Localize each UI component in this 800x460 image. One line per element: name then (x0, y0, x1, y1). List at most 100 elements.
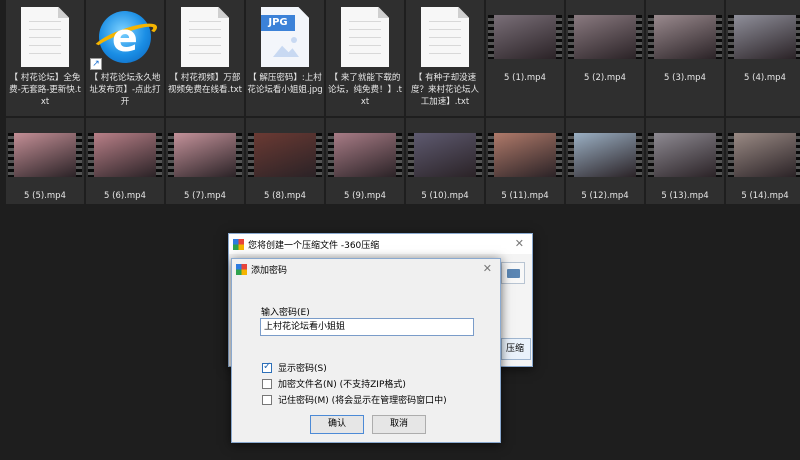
internet-explorer-icon: e (89, 11, 161, 63)
file-name: 【 村花论坛】全免费-无套路-更新快.txt (9, 73, 81, 107)
video-thumbnail (488, 15, 562, 59)
remember-password-label: 记住密码(M) (将会显示在管理密码窗口中) (278, 396, 447, 406)
encrypt-filenames-label: 加密文件名(N) (不支持ZIP格式) (278, 380, 406, 390)
password-input[interactable]: 上村花论坛看小姐姐 (260, 318, 474, 336)
text-line (189, 45, 221, 46)
film-strip-right (636, 15, 642, 59)
file-name: 5 (3).mp4 (664, 73, 706, 83)
text-line (429, 21, 461, 22)
file-name: 5 (8).mp4 (264, 191, 306, 201)
video-thumbnail (8, 133, 82, 177)
video-frame (254, 133, 316, 177)
video-file-item[interactable]: 5 (13).mp4 (646, 118, 724, 204)
compress-button[interactable]: 压缩 (501, 338, 531, 360)
video-file-item[interactable]: 5 (5).mp4 (6, 118, 84, 204)
remember-password-checkbox[interactable] (262, 394, 272, 405)
show-password-checkbox[interactable] (262, 361, 272, 373)
video-file-item[interactable]: 5 (11).mp4 (486, 118, 564, 204)
file-thumbnail (168, 4, 242, 70)
video-file-item[interactable]: 5 (3).mp4 (646, 0, 724, 116)
video-file-item[interactable]: 5 (4).mp4 (726, 0, 800, 116)
encrypt-filenames-option[interactable]: 加密文件名(N) (不支持ZIP格式) (262, 377, 406, 390)
file-name: 【 有种子却没速度？来村花论坛人工加速】.txt (410, 73, 479, 107)
file-item[interactable]: 【 有种子却没速度？来村花论坛人工加速】.txt (406, 0, 484, 116)
film-strip-right (556, 133, 562, 177)
file-name: 5 (12).mp4 (581, 191, 629, 201)
file-item[interactable]: JPG 【 解压密码】:上村花论坛看小姐姐.jpg (246, 0, 324, 116)
text-document-icon (21, 7, 69, 67)
video-thumbnail (488, 133, 562, 177)
video-frame (174, 133, 236, 177)
film-strip-right (796, 133, 800, 177)
close-icon[interactable]: ✕ (515, 237, 524, 250)
text-document-icon (181, 7, 229, 67)
file-item[interactable]: 【 村花视频】万部视频免费在线看.txt (166, 0, 244, 116)
video-frame (574, 133, 636, 177)
film-strip-right (716, 15, 722, 59)
file-thumbnail (8, 4, 82, 70)
text-line (349, 53, 381, 54)
ok-button[interactable]: 确认 (310, 415, 364, 434)
file-thumbnail (568, 122, 642, 188)
file-name: 5 (14).mp4 (741, 191, 789, 201)
file-thumbnail (488, 122, 562, 188)
password-dialog-titlebar[interactable]: 添加密码 (232, 259, 500, 279)
add-password-dialog: 添加密码 ✕ 输入密码(E) 上村花论坛看小姐姐 显示密码(S) 加密文件名(N… (231, 258, 501, 443)
close-icon[interactable]: ✕ (483, 262, 492, 275)
video-thumbnail (408, 133, 482, 177)
file-thumbnail (408, 122, 482, 188)
browse-folder-button[interactable] (501, 262, 525, 284)
video-file-item[interactable]: 5 (6).mp4 (86, 118, 164, 204)
film-strip-right (76, 133, 82, 177)
video-file-item[interactable]: 5 (7).mp4 (166, 118, 244, 204)
video-file-item[interactable]: 5 (14).mp4 (726, 118, 800, 204)
film-strip-right (636, 133, 642, 177)
video-frame (334, 133, 396, 177)
file-thumbnail (8, 122, 82, 188)
password-label: 输入密码(E) (261, 308, 310, 318)
file-thumbnail (488, 4, 562, 70)
film-strip-right (236, 133, 242, 177)
video-frame (94, 133, 156, 177)
jpg-badge: JPG (261, 15, 295, 31)
film-strip-right (796, 15, 800, 59)
file-thumbnail (408, 4, 482, 70)
cancel-button[interactable]: 取消 (372, 415, 426, 434)
text-line (429, 53, 461, 54)
360zip-icon (236, 263, 247, 275)
video-thumbnail (168, 133, 242, 177)
video-file-item[interactable]: 5 (8).mp4 (246, 118, 324, 204)
show-password-option[interactable]: 显示密码(S) (262, 361, 327, 374)
file-item[interactable]: e ↗ 【 村花论坛永久地址发布页】-点此打开 (86, 0, 164, 116)
video-frame (14, 133, 76, 177)
video-thumbnail (728, 133, 800, 177)
text-line (189, 21, 221, 22)
text-line (429, 45, 461, 46)
video-file-item[interactable]: 5 (9).mp4 (326, 118, 404, 204)
film-strip-right (396, 133, 402, 177)
file-thumbnail (168, 122, 242, 188)
text-line (189, 53, 221, 54)
film-strip-right (716, 133, 722, 177)
video-frame (574, 15, 636, 59)
video-file-item[interactable]: 5 (12).mp4 (566, 118, 644, 204)
video-file-item[interactable]: 5 (10).mp4 (406, 118, 484, 204)
text-line (29, 53, 61, 54)
video-file-item[interactable]: 5 (2).mp4 (566, 0, 644, 116)
file-item[interactable]: 【 村花论坛】全免费-无套路-更新快.txt (6, 0, 84, 116)
picture-glyph (273, 45, 299, 57)
text-line (29, 45, 61, 46)
encrypt-filenames-checkbox[interactable] (262, 378, 272, 389)
remember-password-option[interactable]: 记住密码(M) (将会显示在管理密码窗口中) (262, 393, 447, 406)
file-thumbnail (328, 122, 402, 188)
file-item[interactable]: 【 来了就能下载的论坛，纯免费！】.txt (326, 0, 404, 116)
video-thumbnail (568, 15, 642, 59)
file-thumbnail (728, 4, 800, 70)
file-name: 【 解压密码】:上村花论坛看小姐姐.jpg (247, 73, 323, 95)
folder-icon (507, 269, 520, 278)
compress-dialog-titlebar[interactable]: 您将创建一个压缩文件 -360压缩 (229, 234, 532, 254)
file-thumbnail (88, 122, 162, 188)
text-document-icon (421, 7, 469, 67)
video-file-item[interactable]: 5 (1).mp4 (486, 0, 564, 116)
file-grid: 【 村花论坛】全免费-无套路-更新快.txt e ↗ 【 村花论坛永久地址发布页】-点… (6, 0, 800, 204)
